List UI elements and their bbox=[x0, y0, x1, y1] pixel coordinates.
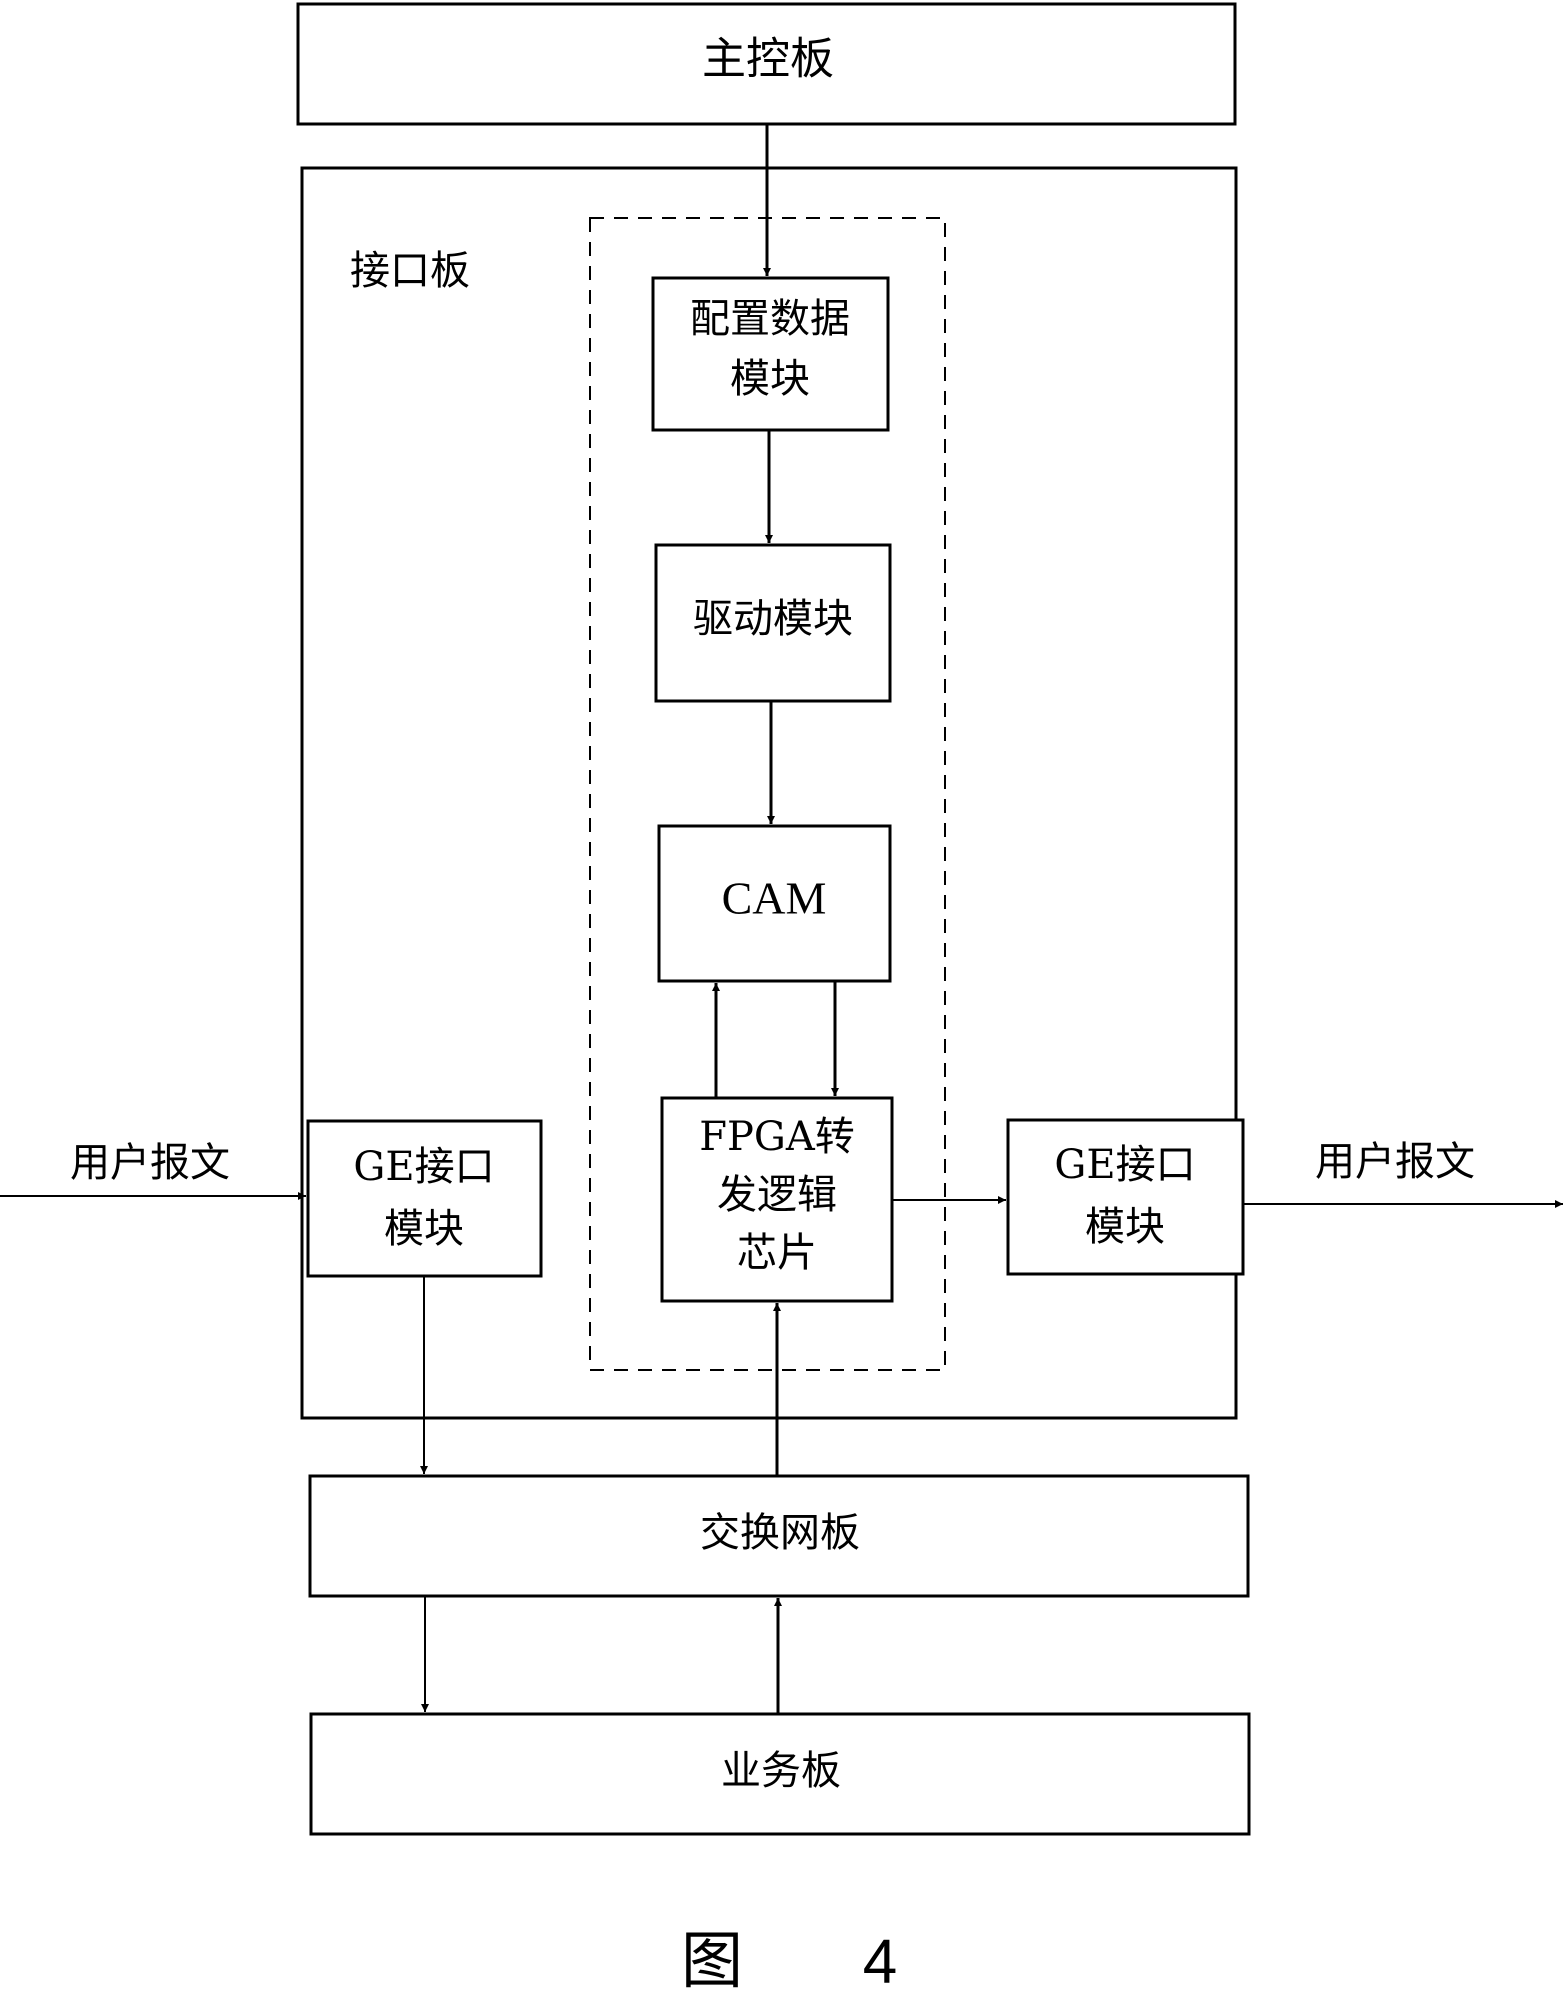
service-board-label: 业务板 bbox=[721, 1748, 841, 1794]
main-control-board: 主控板 bbox=[296, 2, 1237, 126]
fpga-label-line3: 芯片 bbox=[737, 1230, 817, 1276]
config-data-module-label-line2: 模块 bbox=[730, 356, 810, 402]
cam-module: CAM bbox=[657, 824, 892, 983]
driver-module: 驱动模块 bbox=[654, 543, 892, 703]
interface-board-label: 接口板 bbox=[350, 248, 470, 294]
ge-left-label-line2: 模块 bbox=[384, 1206, 464, 1252]
driver-module-label: 驱动模块 bbox=[693, 596, 853, 642]
fpga-forwarding-chip: FPGA转 发逻辑 芯片 bbox=[660, 1096, 894, 1303]
ge-interface-module-right: GE接口 模块 bbox=[1006, 1118, 1245, 1276]
block-diagram: 主控板 接口板 配置数据 模块 驱动模块 CAM FPGA转 发逻辑 芯片 GE… bbox=[0, 2, 1563, 1997]
switch-fabric-board: 交换网板 bbox=[308, 1474, 1250, 1598]
cam-label: CAM bbox=[722, 873, 827, 924]
output-user-packet-label: 用户报文 bbox=[1315, 1139, 1475, 1185]
fpga-label-line2: 发逻辑 bbox=[717, 1172, 837, 1218]
service-board: 业务板 bbox=[309, 1712, 1251, 1836]
input-user-packet-label: 用户报文 bbox=[70, 1140, 230, 1186]
figure-caption-number: 4 bbox=[863, 1927, 897, 1996]
config-data-module-label-line1: 配置数据 bbox=[690, 296, 850, 342]
ge-interface-module-left: GE接口 模块 bbox=[306, 1119, 543, 1278]
ge-left-label-line1: GE接口 bbox=[353, 1144, 494, 1190]
main-control-board-label: 主控板 bbox=[702, 34, 834, 85]
ge-right-label-line2: 模块 bbox=[1085, 1204, 1165, 1250]
figure-caption-prefix: 图 bbox=[681, 1924, 743, 1997]
config-data-module: 配置数据 模块 bbox=[651, 276, 890, 432]
fpga-label-line1: FPGA转 bbox=[699, 1114, 855, 1160]
switch-fabric-board-label: 交换网板 bbox=[700, 1510, 860, 1556]
ge-right-label-line1: GE接口 bbox=[1054, 1142, 1195, 1188]
